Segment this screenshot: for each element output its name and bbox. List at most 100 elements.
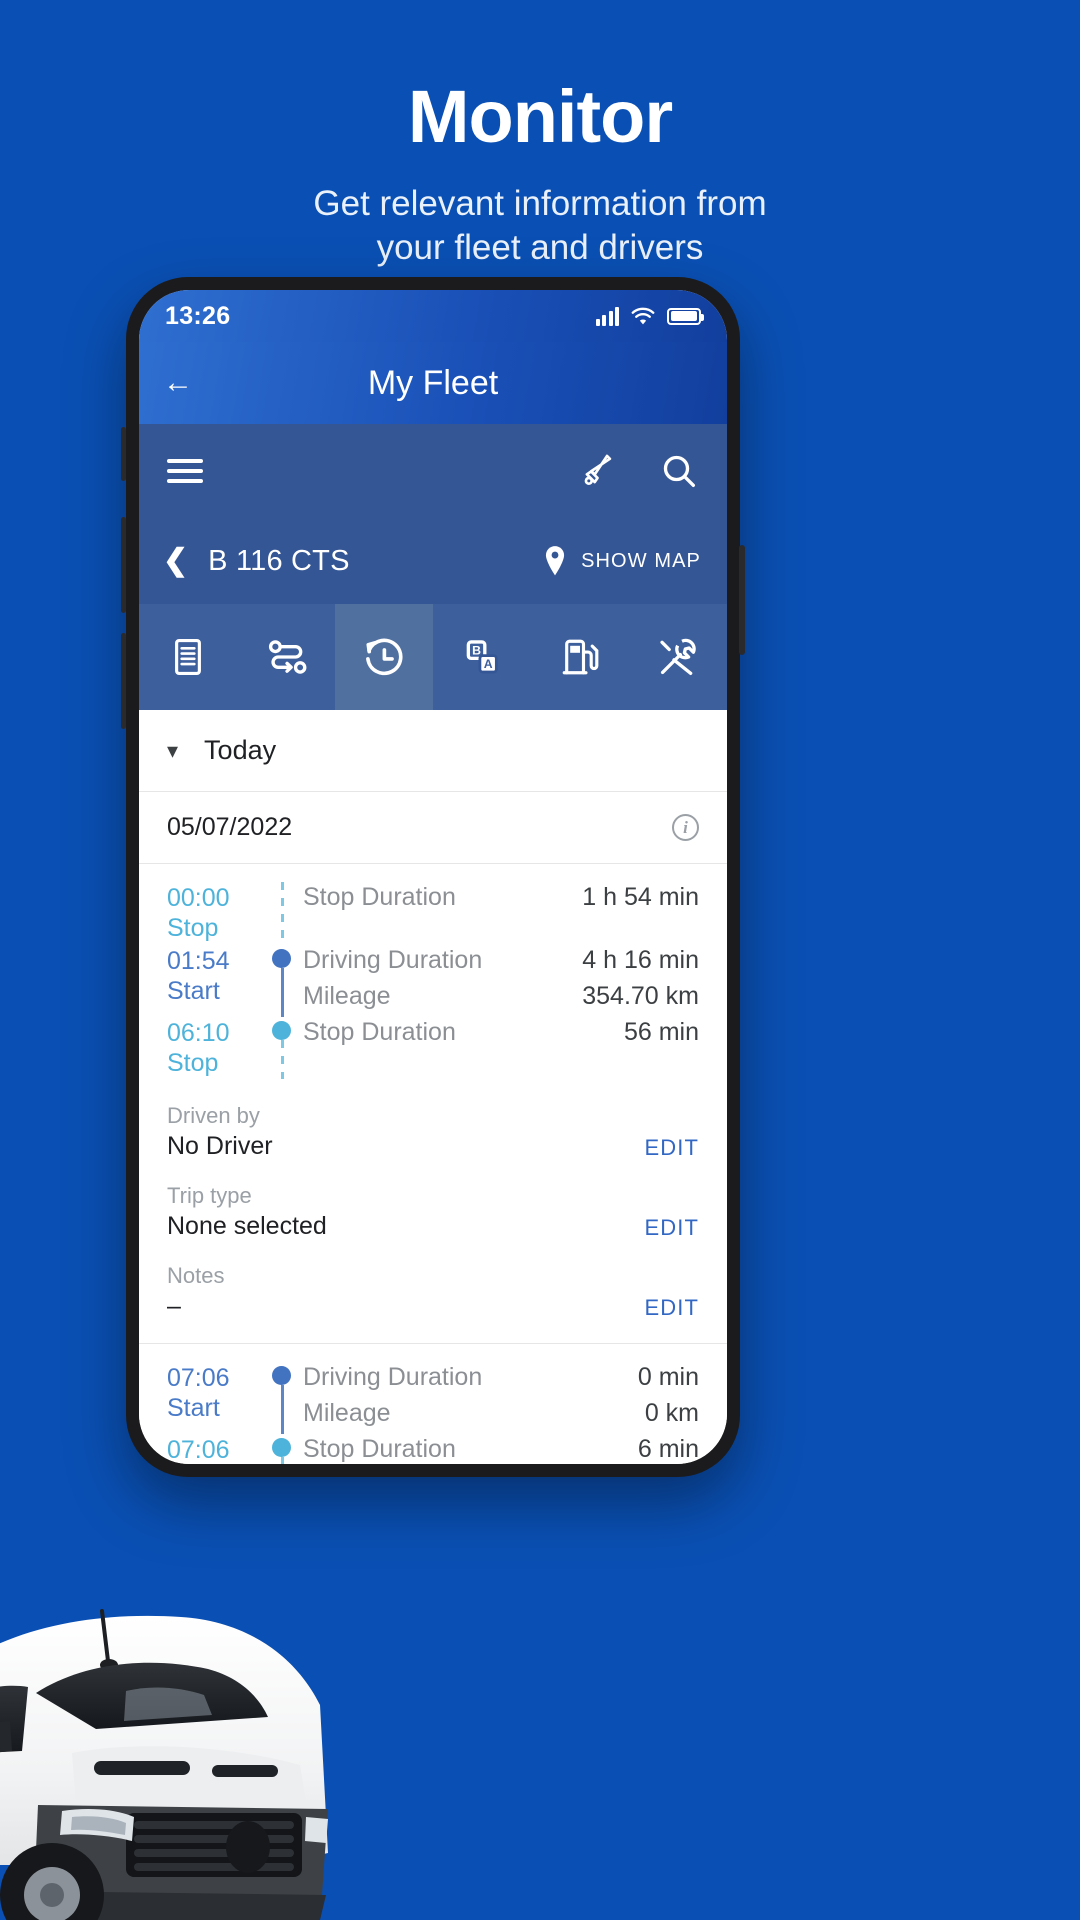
tab-routes[interactable] [237, 604, 335, 710]
promo-subtitle-line-2: your fleet and drivers [376, 228, 704, 268]
tab-details[interactable] [139, 604, 237, 710]
tab-trips[interactable]: B A [433, 604, 531, 710]
timeline-axis [263, 945, 303, 1017]
phone-mockup: 13:26 ← My Fleet ❮ B 116 CTS SHOW MAP B … [121, 277, 745, 1477]
entry-value: 354.70 km [582, 981, 699, 1010]
event-entries: Driving Duration 0 min Mileage 0 km [303, 1362, 699, 1434]
meta-value: – [167, 1291, 181, 1320]
entry-row: Mileage 354.70 km [303, 981, 699, 1017]
timeline-event: 07:06 Stop Stop Duration 6 min [167, 1434, 699, 1464]
show-map-button[interactable]: SHOW MAP [542, 545, 701, 577]
chevron-down-icon: ▾ [167, 737, 179, 763]
meta-row: Driven by No Driver EDIT [167, 1093, 699, 1173]
trip-meta: Driven by No Driver EDIT Trip type None … [167, 1079, 699, 1335]
event-time-group: 07:06 Start [167, 1362, 263, 1425]
timeline-axis [263, 1434, 303, 1464]
entry-label: Stop Duration [303, 883, 456, 911]
timeline-line-dashed [280, 1456, 284, 1464]
timeline-marker-stop [272, 1437, 291, 1457]
event-state: Stop [167, 1048, 219, 1077]
group-header-today[interactable]: ▾ Today [139, 710, 727, 792]
b-to-a-icon: B A [466, 640, 498, 674]
fuel-pump-icon [562, 639, 599, 675]
event-entries: Driving Duration 4 h 16 min Mileage 354.… [303, 945, 699, 1017]
entry-value: 1 h 54 min [582, 883, 699, 911]
event-time: 00:00 [167, 884, 230, 912]
promo-header: Monitor Get relevant information from yo… [0, 0, 1080, 271]
app-bar: ← My Fleet [139, 342, 727, 424]
tab-maintenance[interactable] [629, 604, 727, 710]
timeline-line-solid [280, 1384, 284, 1434]
route-icon [268, 640, 307, 674]
van-image [0, 1609, 328, 1920]
event-time-group: 01:54 Start [167, 945, 263, 1008]
info-icon[interactable]: i [672, 814, 699, 841]
event-time: 06:10 [167, 1018, 230, 1047]
timeline-axis [263, 882, 303, 945]
vehicle-back-group[interactable]: ❮ B 116 CTS [163, 545, 350, 578]
entry-value: 0 km [644, 1398, 699, 1427]
trip-block: 07:06 Start Driving Duration 0 min Milea… [139, 1344, 727, 1464]
timeline-line-dashed [280, 882, 284, 945]
event-entries: Stop Duration 1 h 54 min [303, 882, 699, 918]
svg-text:A: A [484, 657, 493, 671]
event-time: 01:54 [167, 946, 230, 975]
entry-label: Driving Duration [303, 945, 483, 974]
date-label: 05/07/2022 [167, 813, 293, 841]
entry-row: Mileage 0 km [303, 1398, 699, 1434]
tab-history[interactable] [335, 604, 433, 710]
promo-title: Monitor [407, 75, 673, 158]
status-bar-indicators [595, 306, 704, 326]
timeline-event: 06:10 Stop Stop Duration 56 min [167, 1017, 699, 1080]
show-map-label: SHOW MAP [581, 549, 701, 572]
entry-value: 4 h 16 min [582, 945, 699, 974]
event-time-group: 06:10 Stop [167, 1017, 263, 1080]
event-entries: Stop Duration 6 min [303, 1434, 699, 1464]
meta-row: Trip type None selected EDIT [167, 1173, 699, 1253]
group-header-label: Today [204, 735, 277, 765]
timeline-event: 00:00 Stop Stop Duration 1 h 54 min [167, 882, 699, 945]
phone-screen: 13:26 ← My Fleet ❮ B 116 CTS SHOW MAP B … [139, 290, 727, 1464]
event-state: Start [167, 976, 220, 1005]
edit-button[interactable]: EDIT [644, 1135, 699, 1161]
tab-fuel[interactable] [531, 604, 629, 710]
chevron-left-icon[interactable]: ❮ [163, 546, 188, 576]
meta-text-group: Driven by No Driver [167, 1100, 273, 1161]
entry-row: Driving Duration 4 h 16 min [303, 945, 699, 981]
timeline-marker-start [272, 1365, 291, 1385]
timeline-event: 07:06 Start Driving Duration 0 min Milea… [167, 1362, 699, 1434]
meta-label: Notes [167, 1262, 225, 1288]
search-icon[interactable] [659, 451, 699, 491]
entry-value: 6 min [637, 1434, 699, 1463]
phone-volume-down-button [121, 633, 126, 729]
entry-value: 56 min [623, 1017, 699, 1046]
vehicle-name: B 116 CTS [208, 544, 350, 577]
page-title: My Fleet [367, 363, 499, 402]
trip-block: 00:00 Stop Stop Duration 1 h 54 min 01:5… [139, 864, 727, 1344]
promo-screenshot: Monitor Get relevant information from yo… [0, 0, 1080, 1920]
event-state: Stop [167, 914, 219, 942]
event-time-group: 00:00 Stop [167, 882, 263, 945]
hamburger-menu-icon[interactable] [167, 453, 203, 489]
meta-text-group: Trip type None selected [167, 1180, 327, 1241]
phone-volume-up-button [121, 517, 126, 613]
wifi-icon [631, 307, 655, 324]
back-arrow-icon[interactable]: ← [163, 368, 193, 398]
edit-button[interactable]: EDIT [644, 1215, 699, 1241]
entry-label: Stop Duration [303, 1017, 456, 1046]
timeline-line-solid [280, 967, 284, 1017]
vehicle-bar: ❮ B 116 CTS SHOW MAP [139, 518, 727, 604]
entry-value: 0 min [637, 1362, 699, 1391]
meta-value: No Driver [167, 1131, 273, 1160]
meta-value: None selected [167, 1211, 327, 1240]
edit-button[interactable]: EDIT [644, 1295, 699, 1321]
tab-bar: B A [139, 604, 727, 710]
status-bar-clock: 13:26 [165, 301, 231, 330]
entry-row: Driving Duration 0 min [303, 1362, 699, 1398]
bell-alert-icon[interactable] [579, 452, 617, 490]
meta-row: Notes – EDIT [167, 1253, 699, 1333]
event-state: Start [167, 1393, 220, 1422]
document-list-icon [175, 638, 201, 676]
toolbar-actions [579, 451, 699, 491]
date-row: 05/07/2022 i [139, 792, 727, 864]
